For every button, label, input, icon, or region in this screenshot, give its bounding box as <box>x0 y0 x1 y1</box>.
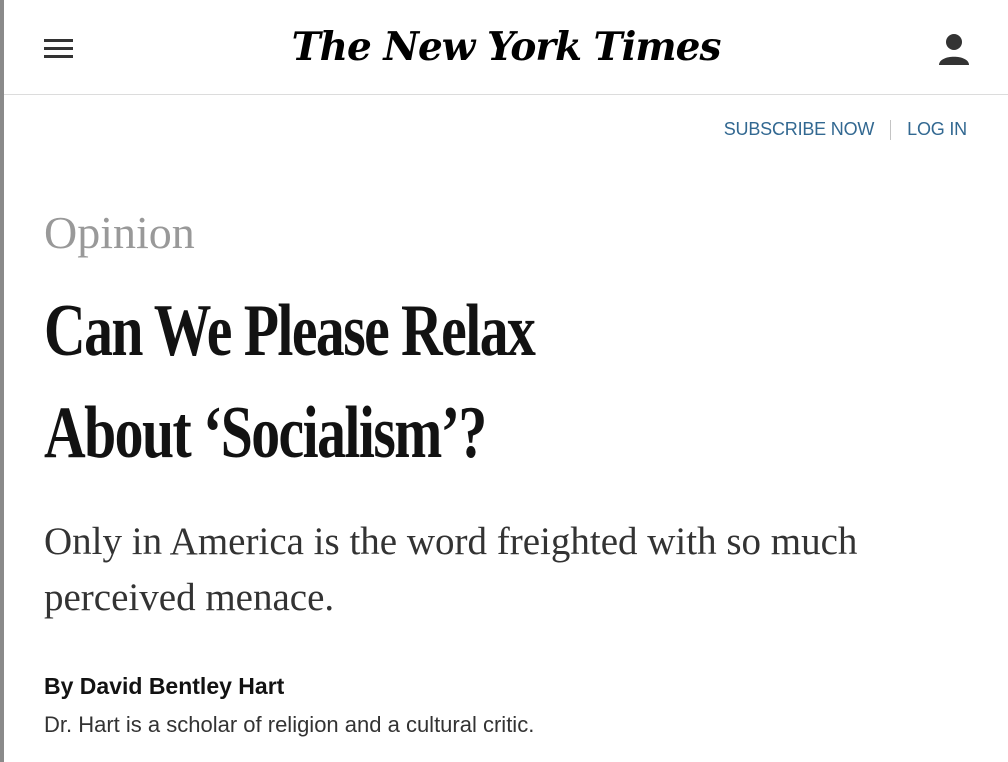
headline-line: About ‘Socialism’? <box>44 392 487 474</box>
subscribe-now-link[interactable]: SUBSCRIBE NOW <box>724 119 875 140</box>
site-header: The New York Times <box>4 0 1008 95</box>
masthead-logo[interactable]: The New York Times <box>4 22 1008 72</box>
link-divider <box>890 119 892 140</box>
window-left-edge <box>0 0 4 762</box>
article-byline[interactable]: By David Bentley Hart <box>44 670 284 702</box>
author-bio: Dr. Hart is a scholar of religion and a … <box>44 712 535 737</box>
masthead-text: The New York Times <box>291 24 722 70</box>
article-summary: Only in America is the word freighted wi… <box>44 520 858 619</box>
account-links: SUBSCRIBE NOW LOG IN <box>724 119 967 140</box>
user-account-icon <box>939 34 969 65</box>
headline-line: Can We Please Relax <box>44 290 536 372</box>
article-headline: Can We Please Relax About ‘Socialism’? <box>44 280 746 484</box>
section-kicker[interactable]: Opinion <box>44 205 195 261</box>
account-button[interactable] <box>934 30 974 70</box>
log-in-link[interactable]: LOG IN <box>907 119 967 140</box>
